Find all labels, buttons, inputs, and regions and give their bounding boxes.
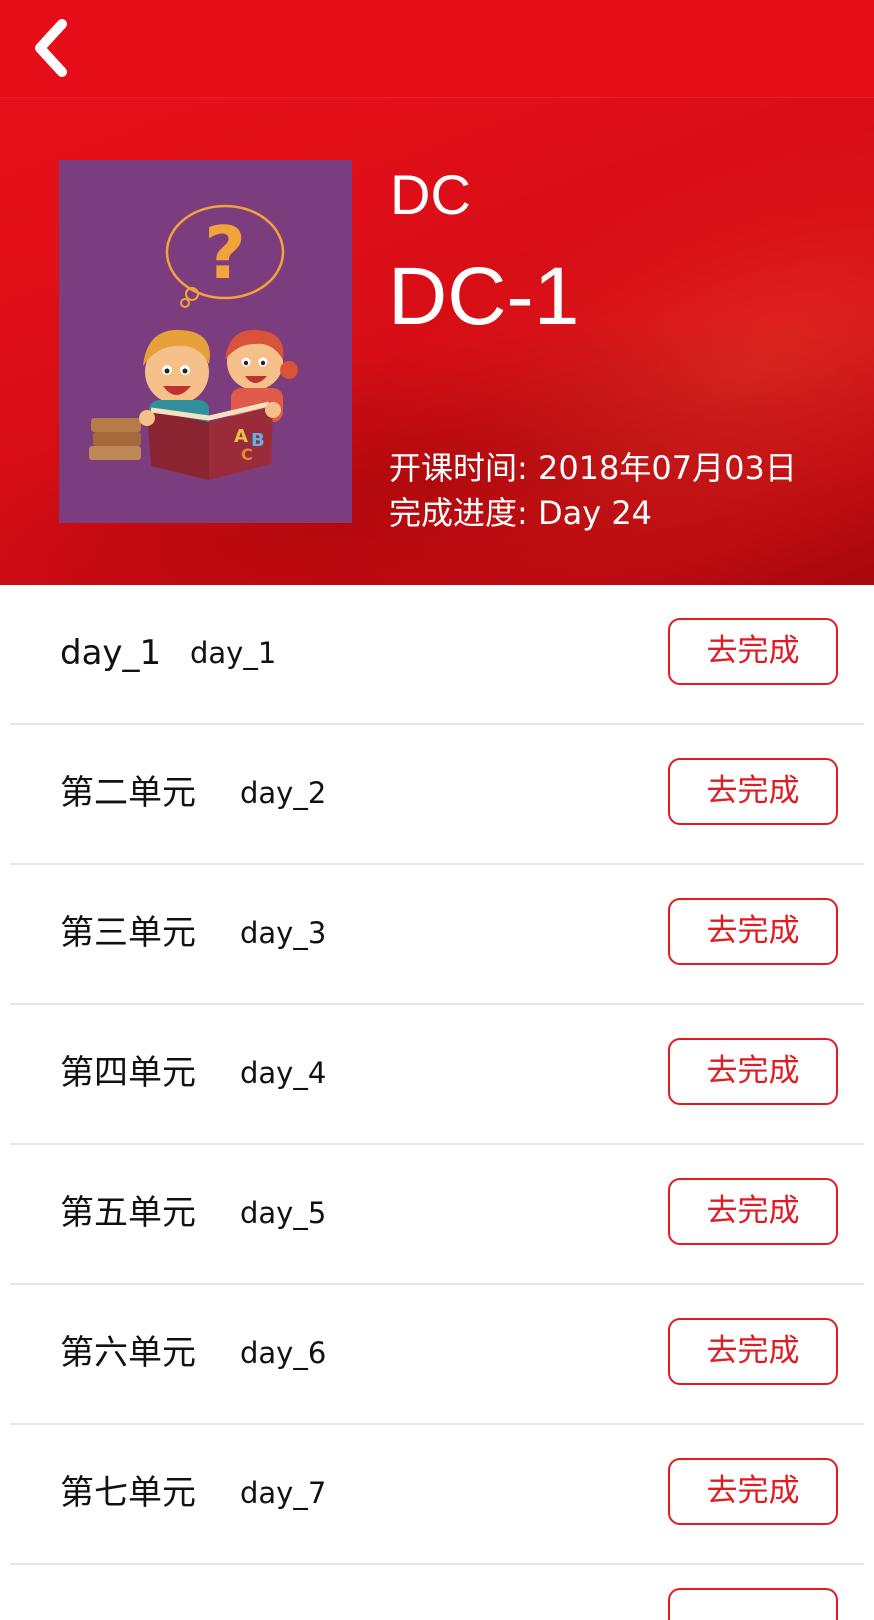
course-header: ? A B C DC DC-1 开课时间: 2018年07月03日 完成进度: … [0,0,874,585]
complete-button-partial[interactable] [668,1588,838,1620]
complete-button[interactable]: 去完成 [668,898,838,965]
unit-subtitle: day_4 [240,1056,327,1090]
list-item: 第四单元 day_4 去完成 [10,1005,864,1145]
complete-button[interactable]: 去完成 [668,1458,838,1525]
svg-text:?: ? [204,211,246,295]
svg-text:C: C [241,445,253,464]
course-cover-image: ? A B C [59,160,352,523]
chevron-left-icon [35,19,67,77]
back-button[interactable] [22,14,82,80]
unit-title: 第五单元 [60,1193,196,1233]
svg-text:B: B [251,430,265,451]
unit-subtitle: day_2 [240,776,327,810]
list-item: 第六单元 day_6 去完成 [10,1285,864,1425]
complete-button[interactable]: 去完成 [668,618,838,685]
unit-title: 第三单元 [60,913,196,953]
complete-button[interactable]: 去完成 [668,1318,838,1385]
unit-subtitle: day_5 [240,1196,327,1230]
list-item: 第七单元 day_7 去完成 [10,1425,864,1565]
list-item: 第二单元 day_2 去完成 [10,725,864,865]
unit-title: day_1 [60,633,162,673]
course-name: DC-1 [388,251,580,342]
unit-subtitle: day_7 [240,1476,327,1510]
svg-text:A: A [234,426,248,447]
list-item: day_1 day_1 去完成 [10,585,864,725]
unit-subtitle: day_6 [240,1336,327,1370]
unit-subtitle: day_1 [190,636,277,670]
complete-button[interactable]: 去完成 [668,1178,838,1245]
list-item: 第五单元 day_5 去完成 [10,1145,864,1285]
unit-subtitle: day_3 [240,916,327,950]
complete-button[interactable]: 去完成 [668,758,838,825]
unit-list: day_1 day_1 去完成 第二单元 day_2 去完成 第三单元 day_… [0,585,874,1565]
start-time: 开课时间: 2018年07月03日 [389,449,797,487]
course-category: DC [390,163,471,226]
unit-title: 第四单元 [60,1053,196,1093]
unit-title: 第二单元 [60,773,196,813]
top-bar [0,0,874,98]
complete-button[interactable]: 去完成 [668,1038,838,1105]
unit-title: 第六单元 [60,1333,196,1373]
progress-text: 完成进度: Day 24 [389,494,653,532]
unit-title: 第七单元 [60,1473,196,1513]
list-item: 第三单元 day_3 去完成 [10,865,864,1005]
